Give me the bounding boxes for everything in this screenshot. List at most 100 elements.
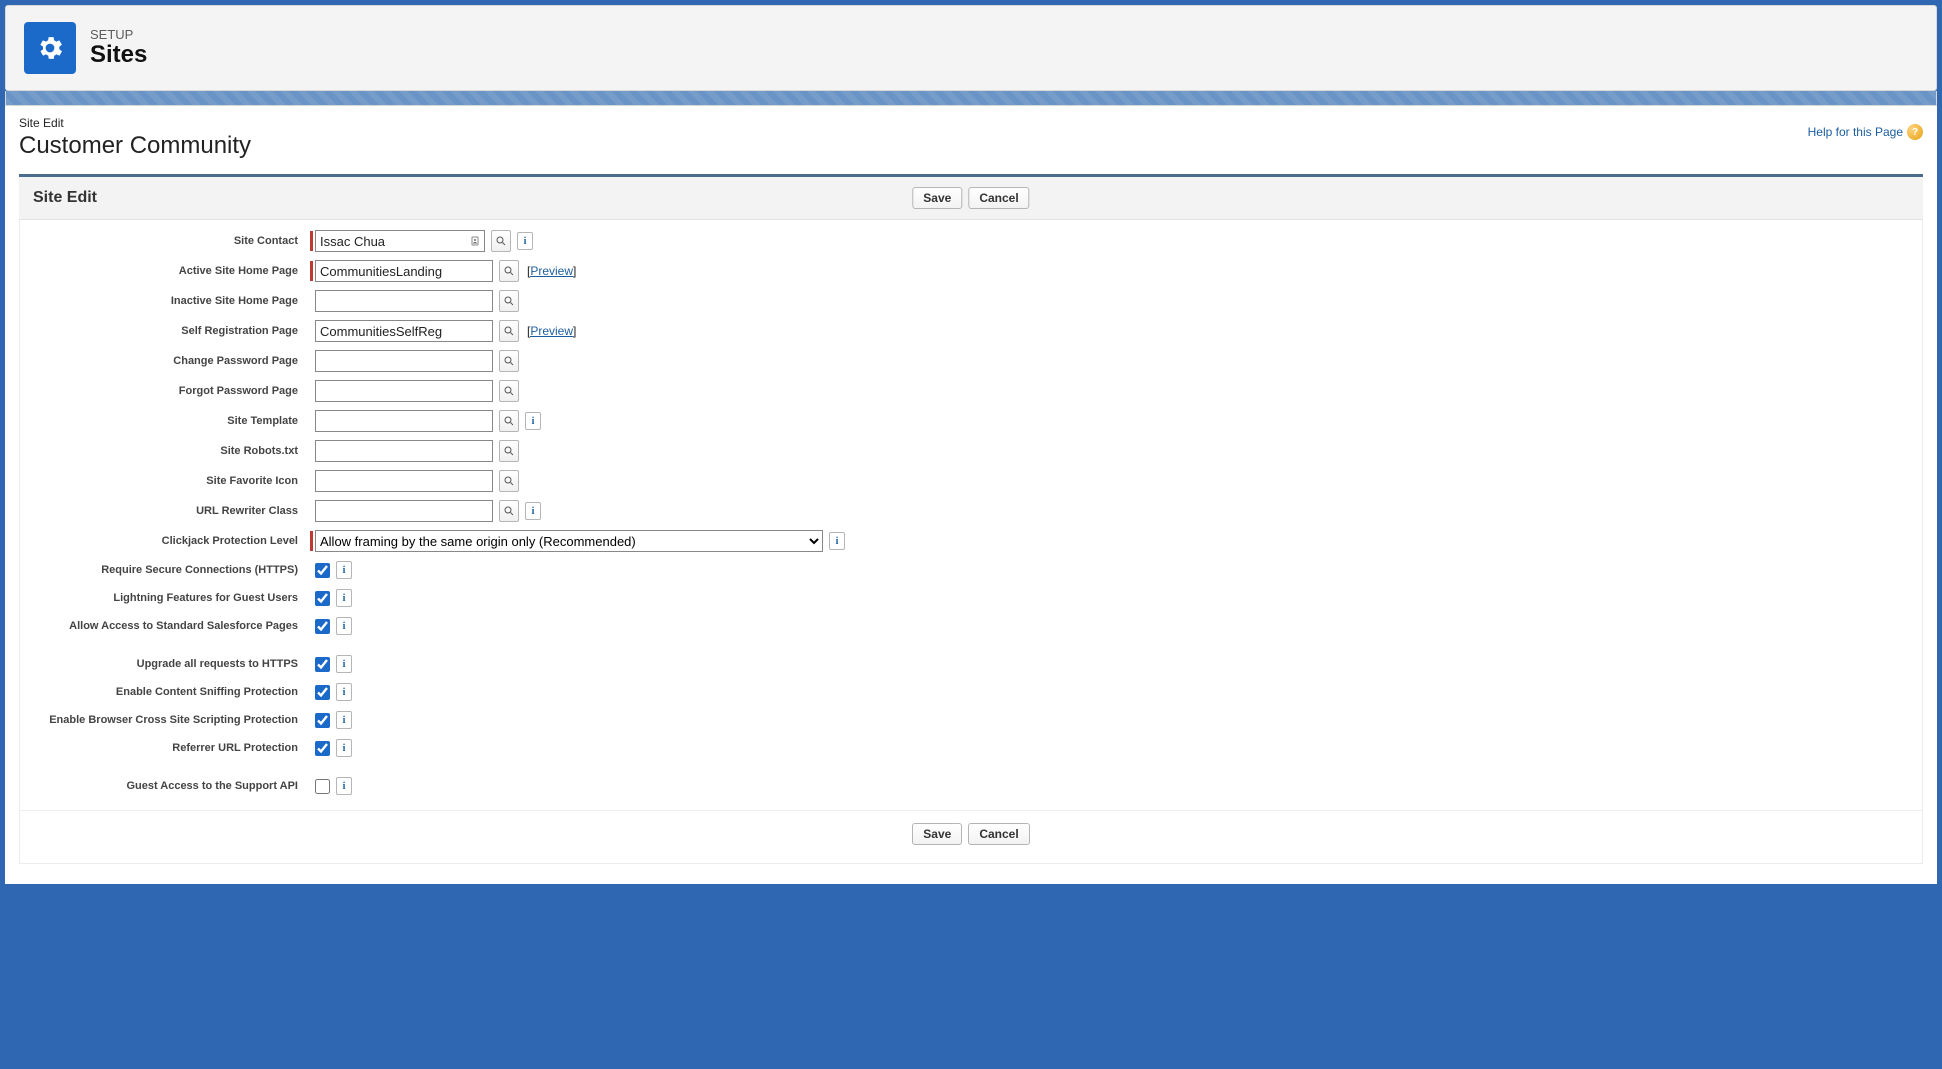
info-icon[interactable]: i (336, 561, 352, 579)
info-icon[interactable]: i (336, 683, 352, 701)
row-clickjack: Clickjack Protection Level Allow framing… (20, 530, 1922, 552)
input-site-contact[interactable] (315, 230, 485, 252)
gear-icon (24, 22, 76, 74)
lookup-icon[interactable] (499, 290, 519, 312)
decorative-pattern-bar (5, 91, 1937, 106)
label-site-contact: Site Contact (30, 235, 310, 247)
row-self-registration: Self Registration Page Preview (20, 320, 1922, 342)
footer-button-row: Save Cancel (20, 810, 1922, 863)
input-active-home-page[interactable] (315, 260, 493, 282)
input-site-template[interactable] (315, 410, 493, 432)
checkbox-xss-protection[interactable] (315, 713, 330, 728)
row-guest-support-api: Guest Access to the Support API i (20, 776, 1922, 796)
checkbox-referrer[interactable] (315, 741, 330, 756)
lookup-icon[interactable] (499, 440, 519, 462)
save-button-footer[interactable]: Save (912, 823, 962, 845)
label-guest-support-api: Guest Access to the Support API (30, 780, 310, 792)
info-icon[interactable]: i (336, 617, 352, 635)
row-active-home-page: Active Site Home Page Preview (20, 260, 1922, 282)
row-site-favicon: Site Favorite Icon (20, 470, 1922, 492)
input-inactive-home-page[interactable] (315, 290, 493, 312)
row-lightning-guest: Lightning Features for Guest Users i (20, 588, 1922, 608)
row-forgot-password: Forgot Password Page (20, 380, 1922, 402)
label-upgrade-https: Upgrade all requests to HTTPS (30, 658, 310, 670)
checkbox-guest-support-api[interactable] (315, 779, 330, 794)
label-active-home-page: Active Site Home Page (30, 265, 310, 277)
label-require-https: Require Secure Connections (HTTPS) (30, 564, 310, 576)
lookup-icon[interactable] (499, 500, 519, 522)
row-upgrade-https: Upgrade all requests to HTTPS i (20, 654, 1922, 674)
row-require-https: Require Secure Connections (HTTPS) i (20, 560, 1922, 580)
input-site-favicon[interactable] (315, 470, 493, 492)
label-clickjack: Clickjack Protection Level (30, 535, 310, 547)
label-referrer: Referrer URL Protection (30, 742, 310, 754)
lookup-icon[interactable] (499, 380, 519, 402)
checkbox-allow-standard-pages[interactable] (315, 619, 330, 634)
label-inactive-home-page: Inactive Site Home Page (30, 295, 310, 307)
row-site-contact: Site Contact i (20, 230, 1922, 252)
lookup-icon[interactable] (499, 260, 519, 282)
label-change-password: Change Password Page (30, 355, 310, 367)
page-title: Customer Community (19, 132, 251, 160)
label-content-sniffing: Enable Content Sniffing Protection (30, 686, 310, 698)
checkbox-require-https[interactable] (315, 563, 330, 578)
cancel-button[interactable]: Cancel (968, 187, 1029, 209)
label-forgot-password: Forgot Password Page (30, 385, 310, 397)
input-url-rewriter[interactable] (315, 500, 493, 522)
setup-header: SETUP Sites (5, 5, 1937, 91)
row-allow-standard-pages: Allow Access to Standard Salesforce Page… (20, 616, 1922, 636)
row-inactive-home-page: Inactive Site Home Page (20, 290, 1922, 312)
label-site-template: Site Template (30, 415, 310, 427)
lookup-icon[interactable] (499, 470, 519, 492)
person-icon (469, 235, 481, 247)
required-indicator (310, 531, 313, 551)
label-xss-protection: Enable Browser Cross Site Scripting Prot… (30, 714, 310, 726)
form-container: Site Contact i Active Site Home Page (19, 220, 1923, 864)
info-icon[interactable]: i (336, 711, 352, 729)
checkbox-upgrade-https[interactable] (315, 657, 330, 672)
row-url-rewriter: URL Rewriter Class i (20, 500, 1922, 522)
label-site-robots: Site Robots.txt (30, 445, 310, 457)
input-change-password[interactable] (315, 350, 493, 372)
label-self-registration: Self Registration Page (30, 325, 310, 337)
label-allow-standard-pages: Allow Access to Standard Salesforce Page… (30, 620, 310, 632)
lookup-icon[interactable] (499, 410, 519, 432)
preview-link[interactable]: Preview (527, 264, 576, 278)
info-icon[interactable]: i (336, 589, 352, 607)
cancel-button-footer[interactable]: Cancel (968, 823, 1029, 845)
preview-link[interactable]: Preview (527, 324, 576, 338)
lookup-icon[interactable] (499, 320, 519, 342)
label-url-rewriter: URL Rewriter Class (30, 505, 310, 517)
lookup-icon[interactable] (499, 350, 519, 372)
input-site-robots[interactable] (315, 440, 493, 462)
info-icon[interactable]: i (517, 232, 533, 250)
select-clickjack[interactable]: Allow framing by the same origin only (R… (315, 530, 823, 552)
input-forgot-password[interactable] (315, 380, 493, 402)
info-icon[interactable]: i (525, 502, 541, 520)
input-self-registration[interactable] (315, 320, 493, 342)
row-referrer: Referrer URL Protection i (20, 738, 1922, 758)
info-icon[interactable]: i (336, 739, 352, 757)
help-label: Help for this Page (1808, 125, 1903, 139)
info-icon[interactable]: i (525, 412, 541, 430)
checkbox-content-sniffing[interactable] (315, 685, 330, 700)
help-for-this-page-link[interactable]: Help for this Page ? (1808, 124, 1923, 140)
checkbox-lightning-guest[interactable] (315, 591, 330, 606)
help-icon: ? (1907, 124, 1923, 140)
row-site-template: Site Template i (20, 410, 1922, 432)
required-indicator (310, 231, 313, 251)
header-title: Sites (90, 42, 147, 68)
info-icon[interactable]: i (336, 777, 352, 795)
row-xss-protection: Enable Browser Cross Site Scripting Prot… (20, 710, 1922, 730)
info-icon[interactable]: i (829, 532, 845, 550)
row-change-password: Change Password Page (20, 350, 1922, 372)
section-header: Site Edit Save Cancel (19, 177, 1923, 220)
required-indicator (310, 261, 313, 281)
save-button[interactable]: Save (912, 187, 962, 209)
info-icon[interactable]: i (336, 655, 352, 673)
section-title: Site Edit (33, 189, 97, 207)
row-site-robots: Site Robots.txt (20, 440, 1922, 462)
lookup-icon[interactable] (491, 230, 511, 252)
label-lightning-guest: Lightning Features for Guest Users (30, 592, 310, 604)
label-site-favicon: Site Favorite Icon (30, 475, 310, 487)
